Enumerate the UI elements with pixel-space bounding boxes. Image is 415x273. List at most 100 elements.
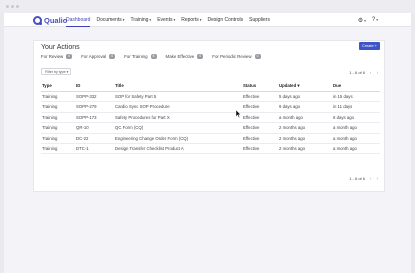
nav-menu: Dashboard Documents▾ Training▾ Events▾ R…	[66, 13, 276, 27]
chevron-down-icon: ▾	[199, 18, 202, 22]
your-actions-card: Your Actions Create + For Review 0 For Ap…	[33, 40, 385, 192]
cell-title[interactable]: QC Form (CQ)	[115, 123, 143, 133]
nav-item-training[interactable]: Training▾	[131, 13, 152, 27]
cell-id[interactable]: DC-22	[76, 134, 88, 144]
nav-item-events[interactable]: Events▾	[157, 13, 175, 27]
window-control-dot[interactable]	[11, 5, 14, 8]
filter-by-type-select[interactable]: Filter by type ▾	[41, 68, 71, 75]
nav-item-reports[interactable]: Reports▾	[181, 13, 201, 27]
cell-due: 6 days ago	[333, 114, 355, 120]
actions-table: Type ID Title Status Updated ▾ Due Train…	[41, 80, 380, 155]
window-control-dot[interactable]	[16, 5, 19, 8]
filter-label: For Review	[41, 54, 64, 59]
qualio-logo-icon	[33, 15, 42, 25]
count-badge: 0	[197, 54, 204, 59]
cell-due: in 15 days	[333, 94, 353, 99]
nav-label: Suppliers	[249, 17, 270, 23]
column-header-title[interactable]: Title	[115, 80, 124, 92]
pagination-top: 1 - 6 of 6 ‹ ›	[349, 70, 378, 75]
nav-item-documents[interactable]: Documents▾	[96, 13, 124, 27]
card-title: Your Actions	[41, 44, 80, 51]
cell-type: Training	[42, 125, 58, 131]
chevron-right-icon[interactable]: ›	[377, 176, 379, 181]
chevron-down-icon: ▾	[376, 18, 378, 22]
create-button[interactable]: Create +	[359, 42, 380, 50]
cell-id[interactable]: SOPP-279	[76, 102, 97, 112]
filter-for-training[interactable]: For Training 6	[124, 54, 157, 59]
filter-for-review[interactable]: For Review 0	[41, 54, 73, 59]
question-icon[interactable]: ?▾	[372, 17, 378, 23]
filter-label: For Training	[124, 54, 148, 59]
cell-type: Training	[42, 135, 58, 141]
pagination-range: 1 - 6 of 6	[349, 176, 365, 181]
table-row[interactable]: Training SOPP-279 Cardio Sync SOP Proced…	[41, 102, 380, 113]
cell-status: Effective	[243, 104, 260, 110]
count-badge: 0	[109, 54, 116, 59]
table-header-row: Type ID Title Status Updated ▾ Due	[41, 80, 380, 92]
chevron-left-icon[interactable]: ‹	[370, 70, 372, 75]
cell-updated: 2 months ago	[279, 125, 306, 131]
cell-updated: 9 days ago	[279, 104, 301, 110]
cell-type: Training	[42, 94, 58, 99]
cell-title[interactable]: Safety Procedures for Part X	[115, 113, 170, 123]
cell-title[interactable]: SOP for Safety Part 5	[115, 92, 156, 102]
action-filter-tabs: For Review 0 For Approval 0 For Training 6 …	[41, 54, 270, 59]
pagination-range: 1 - 6 of 6	[349, 70, 365, 75]
mouse-cursor-icon	[236, 110, 242, 118]
table-row[interactable]: Training QR-10 QC Form (CQ) Effective 2 …	[41, 123, 380, 134]
column-header-updated[interactable]: Updated ▾	[279, 80, 300, 92]
cell-due: a month ago	[333, 145, 357, 151]
cell-title[interactable]: Design Transfer Checklist Product A	[115, 144, 184, 154]
pagination-bottom: 1 - 6 of 6 ‹ ›	[349, 176, 378, 181]
chevron-down-icon: ▾	[173, 18, 176, 22]
nav-label: Design Controls	[207, 17, 244, 23]
nav-label: Dashboard	[66, 17, 91, 23]
column-header-due[interactable]: Due	[333, 80, 341, 92]
cell-type: Training	[42, 145, 58, 151]
cell-id[interactable]: DTC-1	[76, 144, 89, 154]
logo-text: Qualio	[44, 15, 68, 25]
cell-title[interactable]: Cardio Sync SOP Procedure	[115, 102, 170, 112]
column-header-id[interactable]: ID	[76, 80, 80, 92]
qualio-logo[interactable]: Qualio	[33, 15, 67, 25]
cell-type: Training	[42, 104, 58, 110]
cell-due: in 11 days	[333, 104, 353, 110]
cell-status: Effective	[243, 114, 260, 120]
cell-id[interactable]: SOPP-173	[76, 113, 97, 123]
nav-label: Documents	[96, 17, 122, 23]
cell-type: Training	[42, 114, 58, 120]
cell-due: a month ago	[333, 125, 357, 131]
filter-for-periodic-review[interactable]: For Periodic Review 0	[212, 54, 261, 59]
top-navigation: Qualio Dashboard Documents▾ Training▾ Ev…	[4, 13, 411, 27]
cell-updated: 2 months ago	[279, 145, 306, 151]
nav-item-design-controls[interactable]: Design Controls	[208, 13, 244, 27]
table-row[interactable]: Training DC-22 Engineering Change Order …	[41, 134, 380, 144]
cell-id[interactable]: QR-10	[76, 123, 89, 133]
window-control-dot[interactable]	[6, 5, 9, 8]
table-row[interactable]: Training DTC-1 Design Transfer Checklist…	[41, 144, 380, 155]
chevron-right-icon[interactable]: ›	[377, 70, 379, 75]
table-row[interactable]: Training SOPP-332 SOP for Safety Part 5 …	[41, 92, 380, 103]
chevron-left-icon[interactable]: ‹	[370, 176, 372, 181]
browser-chrome	[0, 0, 415, 13]
nav-label: Reports	[181, 17, 199, 23]
count-badge: 6	[150, 54, 157, 59]
column-header-status[interactable]: Status	[243, 80, 256, 92]
column-header-type[interactable]: Type	[42, 80, 52, 92]
cell-title[interactable]: Engineering Change Order Form (CQ)	[115, 134, 188, 144]
cell-status: Effective	[243, 125, 260, 131]
cell-updated: 2 months ago	[279, 135, 306, 141]
nav-item-suppliers[interactable]: Suppliers	[249, 13, 270, 27]
cell-id[interactable]: SOPP-332	[76, 92, 97, 102]
cell-status: Effective	[243, 135, 260, 141]
filter-make-effective[interactable]: Make Effective 0	[166, 54, 204, 59]
nav-item-dashboard[interactable]: Dashboard	[66, 13, 91, 27]
chevron-down-icon: ▾	[122, 18, 125, 22]
cell-updated: 5 days ago	[279, 94, 301, 99]
filter-label: For Periodic Review	[212, 54, 252, 59]
nav-utilities: ⚙▾ ?▾	[352, 13, 378, 27]
nav-label: Events	[157, 17, 173, 23]
filter-for-approval[interactable]: For Approval 0	[81, 54, 116, 59]
gear-icon[interactable]: ⚙▾	[358, 17, 366, 24]
table-row[interactable]: Training SOPP-173 Safety Procedures for …	[41, 113, 380, 124]
